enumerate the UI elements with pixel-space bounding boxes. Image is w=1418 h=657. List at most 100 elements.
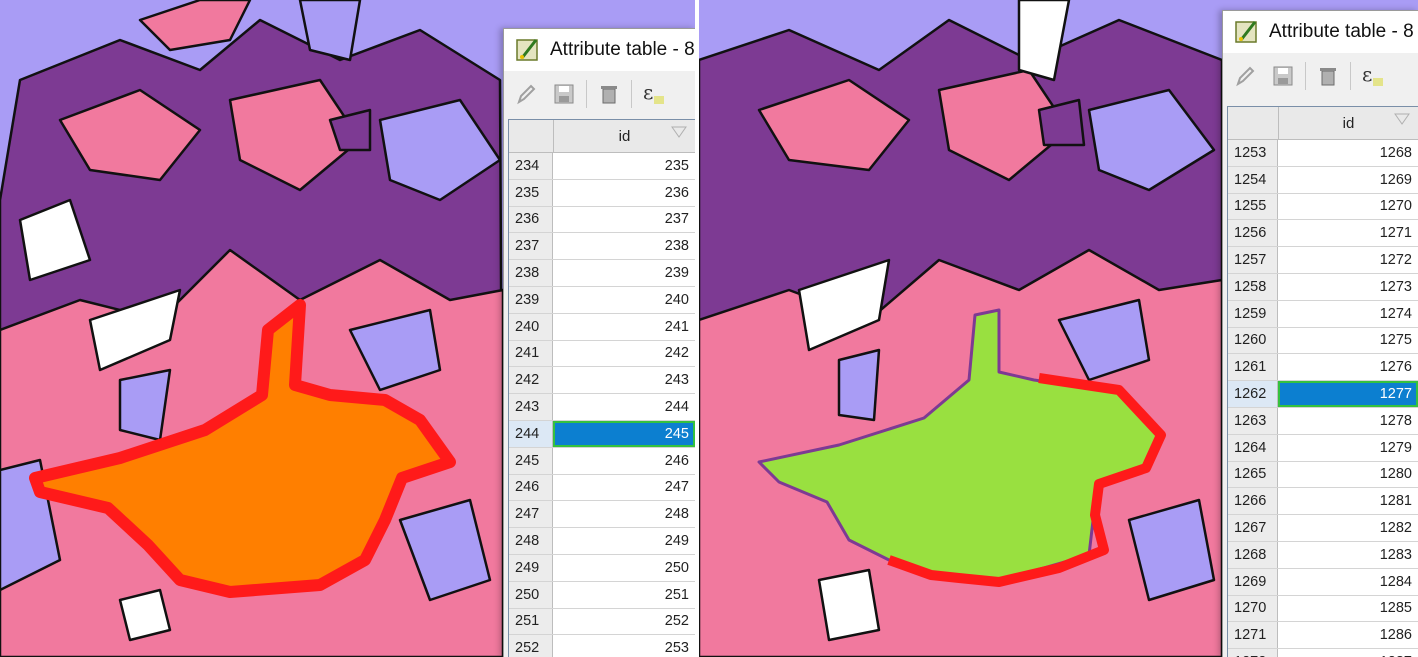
- id-cell[interactable]: 1270: [1278, 194, 1418, 220]
- delete-icon[interactable]: [593, 78, 625, 110]
- table-row[interactable]: 238 239: [509, 260, 695, 287]
- row-number[interactable]: 249: [509, 554, 553, 581]
- attribute-table-window[interactable]: Attribute table - 8 ε id: [1222, 10, 1418, 657]
- table-row[interactable]: 239 240: [509, 286, 695, 314]
- row-number[interactable]: 252: [509, 635, 553, 657]
- table-row[interactable]: 237 238: [509, 233, 695, 261]
- table-row-selected[interactable]: 244 245: [509, 420, 695, 448]
- id-cell[interactable]: 242: [553, 341, 695, 367]
- id-cell[interactable]: 244: [553, 394, 695, 420]
- row-number[interactable]: 240: [509, 313, 553, 340]
- row-number[interactable]: 237: [509, 233, 553, 260]
- table-row[interactable]: 250 251: [509, 581, 695, 609]
- id-cell[interactable]: 1277: [1278, 381, 1418, 407]
- row-number[interactable]: 1261: [1228, 354, 1278, 381]
- table-row[interactable]: 1259 1274: [1228, 300, 1418, 328]
- row-number[interactable]: 250: [509, 581, 553, 608]
- delete-icon[interactable]: [1312, 60, 1344, 92]
- column-header-id[interactable]: id: [1279, 107, 1418, 139]
- table-row[interactable]: 1261 1276: [1228, 354, 1418, 382]
- id-cell[interactable]: 237: [553, 207, 695, 233]
- table-row[interactable]: 245 246: [509, 447, 695, 475]
- table-row[interactable]: 241 242: [509, 340, 695, 368]
- expression-icon[interactable]: ε: [638, 78, 670, 110]
- id-cell[interactable]: 1287: [1278, 649, 1418, 657]
- attribute-grid[interactable]: id 1253 1268 1254 1269 1255 1270 1256 1271 1257 1…: [1227, 106, 1418, 657]
- row-number[interactable]: 234: [509, 153, 553, 179]
- grid-corner[interactable]: [1228, 107, 1279, 139]
- row-number[interactable]: 1259: [1228, 300, 1278, 327]
- row-number[interactable]: 1265: [1228, 461, 1278, 488]
- row-number[interactable]: 241: [509, 340, 553, 367]
- id-cell[interactable]: 1269: [1278, 167, 1418, 193]
- row-number[interactable]: 1269: [1228, 568, 1278, 595]
- table-row-selected[interactable]: 1262 1277: [1228, 381, 1418, 408]
- table-row[interactable]: 1254 1269: [1228, 166, 1418, 194]
- table-row[interactable]: 248 249: [509, 528, 695, 555]
- table-row[interactable]: 242 243: [509, 367, 695, 395]
- table-row[interactable]: 1255 1270: [1228, 193, 1418, 221]
- table-row[interactable]: 235 236: [509, 179, 695, 207]
- table-row[interactable]: 246 247: [509, 474, 695, 502]
- table-row[interactable]: 1267 1282: [1228, 515, 1418, 542]
- row-number[interactable]: 245: [509, 447, 553, 474]
- id-cell[interactable]: 251: [553, 582, 695, 608]
- id-cell[interactable]: 235: [553, 153, 695, 179]
- row-number[interactable]: 246: [509, 474, 553, 501]
- row-number[interactable]: 1267: [1228, 515, 1278, 541]
- table-row[interactable]: 1260 1275: [1228, 327, 1418, 355]
- id-cell[interactable]: 248: [553, 501, 695, 527]
- id-cell[interactable]: 246: [553, 448, 695, 474]
- grid-corner[interactable]: [509, 120, 554, 152]
- table-row[interactable]: 1263 1278: [1228, 407, 1418, 435]
- id-cell[interactable]: 1279: [1278, 435, 1418, 461]
- id-cell[interactable]: 250: [553, 555, 695, 581]
- window-titlebar[interactable]: Attribute table - 8: [1223, 11, 1418, 53]
- row-number[interactable]: 1256: [1228, 220, 1278, 247]
- save-icon[interactable]: [1267, 60, 1299, 92]
- row-number[interactable]: 1255: [1228, 193, 1278, 220]
- expression-icon[interactable]: ε: [1357, 60, 1389, 92]
- row-number[interactable]: 1258: [1228, 273, 1278, 300]
- row-number[interactable]: 243: [509, 394, 553, 420]
- id-cell[interactable]: 1276: [1278, 354, 1418, 380]
- row-number[interactable]: 1262: [1228, 381, 1278, 407]
- row-number[interactable]: 1257: [1228, 247, 1278, 273]
- row-number[interactable]: 1271: [1228, 622, 1278, 649]
- row-number[interactable]: 251: [509, 608, 553, 635]
- table-row[interactable]: 249 250: [509, 554, 695, 582]
- id-cell[interactable]: 240: [553, 287, 695, 313]
- table-row[interactable]: 1266 1281: [1228, 488, 1418, 516]
- column-header-id[interactable]: id: [554, 120, 695, 152]
- row-number[interactable]: 235: [509, 179, 553, 206]
- row-number[interactable]: 236: [509, 206, 553, 233]
- id-cell[interactable]: 1283: [1278, 542, 1418, 568]
- table-row[interactable]: 236 237: [509, 206, 695, 234]
- id-cell[interactable]: 1268: [1278, 140, 1418, 166]
- id-cell[interactable]: 239: [553, 260, 695, 286]
- table-row[interactable]: 1264 1279: [1228, 434, 1418, 462]
- table-row[interactable]: 1269 1284: [1228, 568, 1418, 596]
- table-row[interactable]: 243 244: [509, 394, 695, 421]
- row-number[interactable]: 244: [509, 420, 553, 447]
- id-cell[interactable]: 247: [553, 475, 695, 501]
- table-row[interactable]: 1270 1285: [1228, 595, 1418, 623]
- window-titlebar[interactable]: Attribute table - 8: [504, 29, 695, 71]
- table-row[interactable]: 1257 1272: [1228, 247, 1418, 274]
- id-cell[interactable]: 245: [553, 420, 695, 447]
- id-cell[interactable]: 1272: [1278, 247, 1418, 273]
- id-cell[interactable]: 243: [553, 367, 695, 393]
- attribute-grid[interactable]: id 234 235 235 236 236 237 237 238 238 239 239 240 2…: [508, 119, 695, 657]
- row-number[interactable]: 1254: [1228, 166, 1278, 193]
- row-number[interactable]: 1266: [1228, 488, 1278, 515]
- id-cell[interactable]: 1284: [1278, 569, 1418, 595]
- table-row[interactable]: 251 252: [509, 608, 695, 636]
- row-number[interactable]: 242: [509, 367, 553, 394]
- table-row[interactable]: 252 253: [509, 635, 695, 657]
- id-cell[interactable]: 253: [553, 635, 695, 657]
- id-cell[interactable]: 1281: [1278, 488, 1418, 514]
- id-cell[interactable]: 1271: [1278, 220, 1418, 246]
- id-cell[interactable]: 236: [553, 180, 695, 206]
- row-number[interactable]: 247: [509, 501, 553, 528]
- id-cell[interactable]: 1273: [1278, 274, 1418, 300]
